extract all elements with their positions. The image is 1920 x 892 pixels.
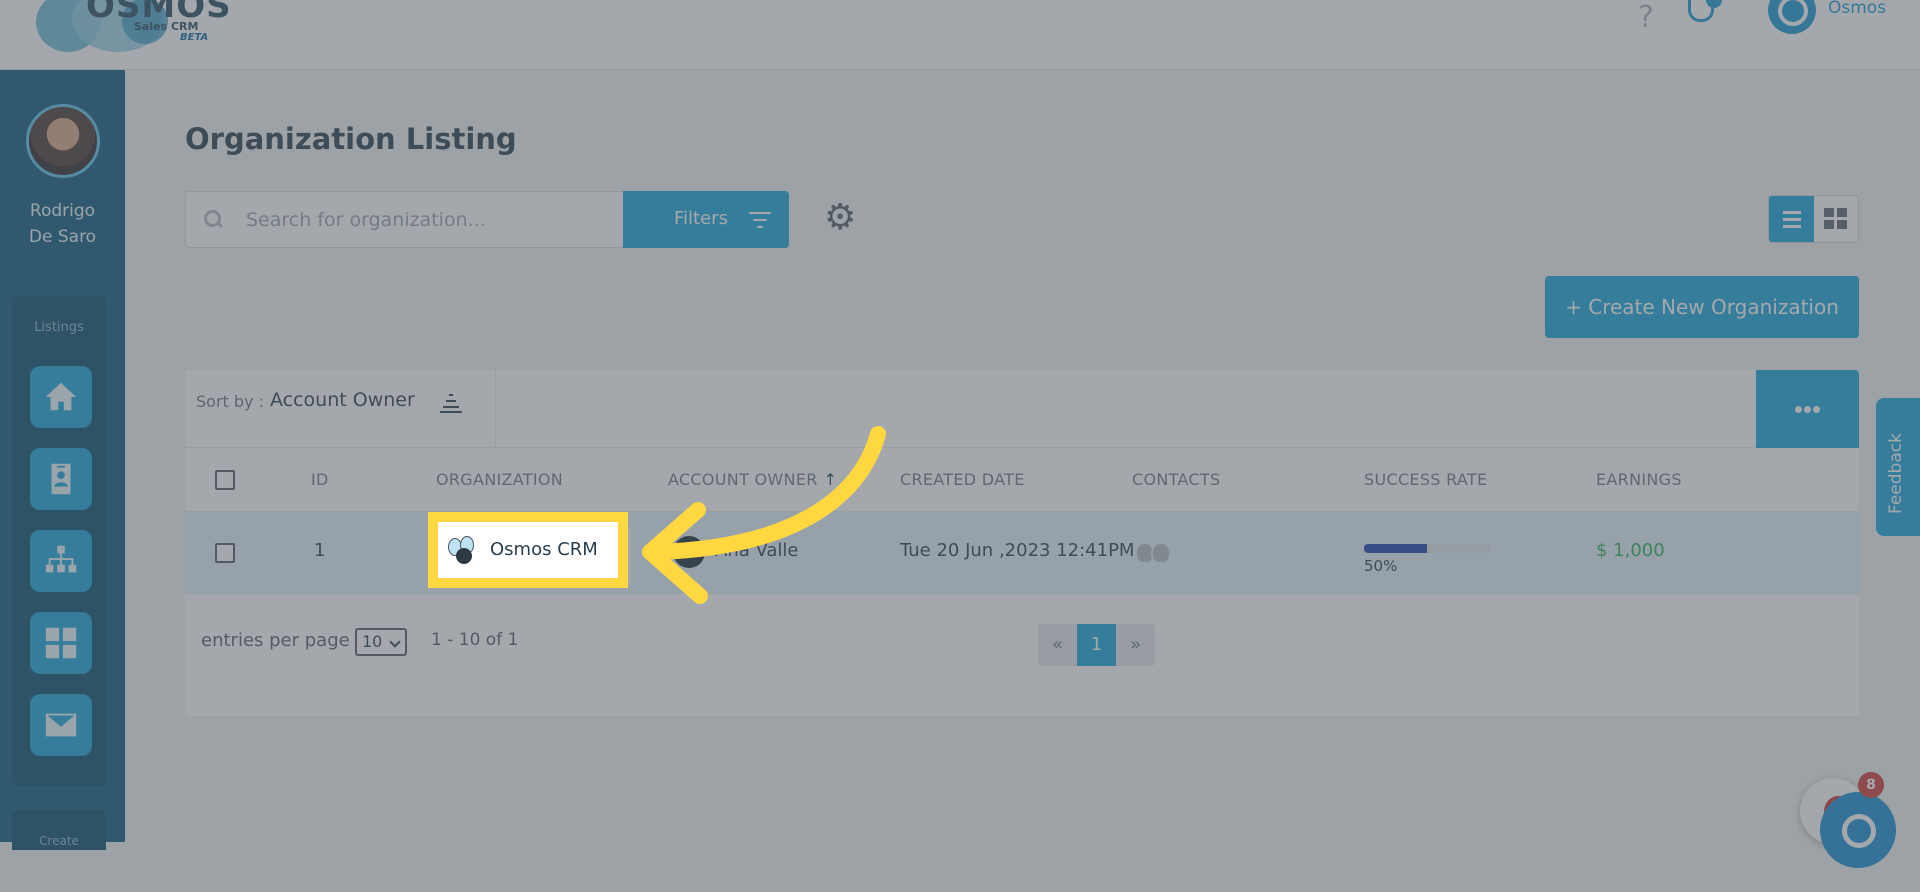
sort-order-icon[interactable] [440,394,462,413]
listings-panel: Listings [12,296,106,786]
help-icon[interactable]: ? [1638,0,1654,35]
grid-icon [45,627,77,659]
filters-button[interactable]: Filters [623,191,789,248]
user-menu-name[interactable]: Osmos [1828,0,1886,18]
column-account-owner[interactable]: ACCOUNT OWNER ↑ [668,470,837,489]
sidebar-item-organizations[interactable] [30,530,92,592]
row-id: 1 [314,540,326,561]
sidebar-item-dashboard[interactable] [30,612,92,674]
success-rate-bar [1364,544,1490,553]
organization-logo-icon [446,534,480,568]
more-options-button[interactable] [1756,370,1859,448]
filters-label: Filters [674,208,728,229]
list-view-button[interactable] [1769,196,1814,242]
profile-avatar[interactable] [26,104,100,178]
sidebar-item-contacts[interactable] [30,448,92,510]
settings-gear-icon[interactable]: ⚙ [824,200,860,236]
row-created-date: Tue 20 Jun ,2023 12:41PM [900,540,1135,561]
page-title: Organization Listing [185,122,517,156]
highlighted-organization[interactable]: Osmos CRM [428,512,628,588]
home-icon [45,382,77,411]
sidebar: Rodrigo De Saro Listings Create [0,70,125,850]
owner-avatar [673,536,705,568]
view-toggle [1768,195,1859,243]
row-checkbox[interactable] [215,543,235,563]
column-account-owner-label: ACCOUNT OWNER [668,470,818,489]
chat-unread-badge: 8 [1858,772,1884,798]
contacts-avatars[interactable] [1135,542,1179,564]
divider [495,370,496,448]
create-label: Create [39,834,79,848]
pagination: « 1 » [1038,624,1155,666]
success-rate-text: 50% [1364,557,1398,575]
osmos-logo[interactable]: OSMOS Sales CRM BETA [30,0,231,58]
feedback-label: Feedback [1886,433,1906,514]
table-footer: entries per page 10 1 - 10 of 1 « 1 » [185,594,1859,716]
sort-arrow-up-icon: ↑ [823,470,838,489]
entries-per-page-label: entries per page [201,630,350,651]
filter-icon [749,212,771,228]
listings-label: Listings [34,320,84,335]
contact-card-icon [51,463,71,495]
pagination-prev[interactable]: « [1038,624,1077,666]
row-earnings: $ 1,000 [1596,540,1665,561]
create-organization-button[interactable]: + Create New Organization [1545,276,1859,338]
pagination-page[interactable]: 1 [1077,624,1116,666]
top-header: OSMOS Sales CRM BETA ? Osmos [0,0,1920,70]
sort-value[interactable]: Account Owner [270,389,415,411]
column-success-rate[interactable]: SUCCESS RATE [1364,470,1487,489]
entries-per-page-select[interactable]: 10 [355,628,407,656]
sort-label: Sort by : [196,392,264,411]
logo-beta-tag: BETA [180,32,209,43]
search-icon [204,210,224,230]
profile-name: Rodrigo De Saro [0,198,125,250]
sort-bar: Sort by : Account Owner [185,370,1859,448]
feedback-tab[interactable]: Feedback [1876,398,1920,536]
chat-widget[interactable]: 8 [1800,772,1900,872]
org-chart-icon [45,545,77,573]
user-avatar[interactable] [1768,0,1816,34]
column-created-date[interactable]: CREATED DATE [900,470,1025,489]
entries-range: 1 - 10 of 1 [431,630,519,650]
row-account-owner: Ana Valle [715,540,799,561]
table-header: ID ORGANIZATION ACCOUNT OWNER ↑ CREATED D… [185,448,1859,512]
highlighted-organization-name: Osmos CRM [490,539,598,560]
search-input[interactable] [246,204,606,236]
profile-first-name: Rodrigo [29,201,96,221]
profile-last-name: De Saro [28,227,97,247]
pagination-next[interactable]: » [1116,624,1155,666]
sidebar-item-mail[interactable] [30,694,92,756]
mail-icon [45,713,77,737]
create-panel: Create [12,810,106,850]
column-earnings[interactable]: EARNINGS [1596,470,1682,489]
column-id[interactable]: ID [311,470,329,489]
success-rate-fill [1364,544,1427,553]
grid-view-button[interactable] [1824,208,1848,230]
column-contacts[interactable]: CONTACTS [1132,470,1220,489]
notification-bell-icon[interactable] [1684,0,1722,26]
select-all-checkbox[interactable] [215,470,235,490]
sidebar-item-home[interactable] [30,366,92,428]
column-organization[interactable]: ORGANIZATION [436,470,563,489]
search-box [185,191,624,248]
chat-launcher-icon[interactable] [1820,792,1896,868]
